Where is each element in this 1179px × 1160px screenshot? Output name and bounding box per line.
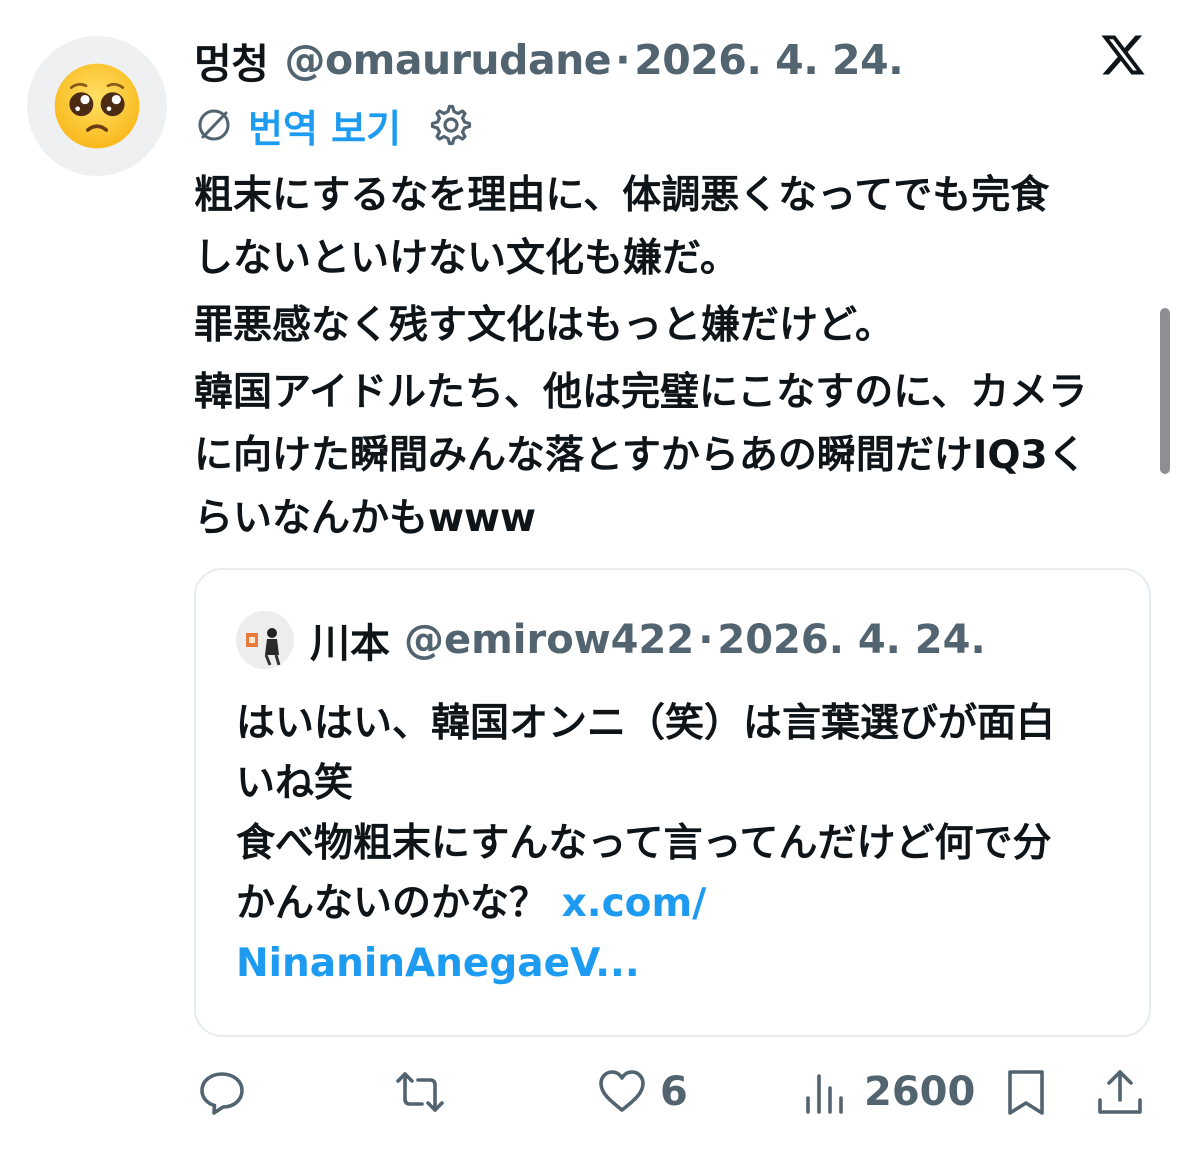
tweet-text-line: 韓国アイドルたち、他は完璧にこなすのに、カメラ (194, 370, 1088, 415)
quoted-link[interactable]: x.com/ (562, 881, 707, 926)
scrollbar[interactable] (1160, 308, 1170, 474)
translate-row: 번역 보기 (194, 98, 473, 153)
tweet-text-line: らいなんかもwww (194, 496, 537, 541)
x-logo-icon[interactable] (1099, 31, 1147, 79)
translate-button[interactable]: 번역 보기 (248, 98, 401, 153)
share-button[interactable] (1094, 1062, 1146, 1122)
quoted-text-line: NinaninAnegaeV... (236, 934, 1116, 994)
tweet-text-line: に向けた瞬間みんな落とすからあの瞬間だけIQ3く (194, 433, 1087, 478)
separator-dot: · (615, 36, 631, 84)
quoted-text-segment: かんないのかな？ (236, 881, 549, 926)
tweet-text-line: しないといけない文化も嫌だ。 (194, 236, 739, 281)
share-icon (1098, 1070, 1142, 1114)
quoted-text-line: 食べ物粗末にすんなって言ってんだけど何で分 (236, 821, 1052, 866)
tweet-header: 멍청 @omaurudane · 2026. 4. 24. (194, 30, 904, 90)
views-icon (806, 1074, 843, 1114)
reply-button[interactable] (196, 1062, 260, 1122)
bookmark-icon (1008, 1070, 1044, 1115)
quoted-tweet-date[interactable]: 2026. 4. 24. (717, 617, 985, 663)
heart-icon (599, 1070, 645, 1112)
quoted-text-line: いね笑 (236, 761, 354, 806)
quoted-user-handle[interactable]: @emirow422 (404, 617, 694, 663)
tweet-text: 粗末にするなを理由に、体調悪くなってでも完食 しないといけない文化も嫌だ。 罪悪… (194, 164, 1144, 550)
tweet-text-line: 粗末にするなを理由に、体調悪くなってでも完食 (194, 173, 1050, 218)
pleading-face-emoji (54, 63, 140, 149)
quoted-avatar[interactable] (236, 611, 294, 669)
quoted-avatar-photo (236, 611, 294, 669)
quoted-tweet-header: 川本 @emirow422 · 2026. 4. 24. (236, 610, 986, 670)
reply-icon (200, 1072, 244, 1115)
quoted-link-continued[interactable]: NinaninAnegaeV... (236, 941, 640, 986)
view-count: 2600 (864, 1069, 976, 1115)
retweet-button[interactable] (394, 1062, 458, 1122)
like-count: 6 (660, 1069, 688, 1115)
display-name[interactable]: 멍청 (194, 30, 269, 90)
views-button[interactable]: 2600 (800, 1062, 975, 1122)
quoted-tweet-card[interactable]: 川本 @emirow422 · 2026. 4. 24. はいはい、韓国オンニ（… (194, 568, 1151, 1037)
bookmark-button[interactable] (1000, 1062, 1052, 1122)
tweet-date[interactable]: 2026. 4. 24. (634, 36, 903, 84)
action-bar: 6 2600 (194, 1062, 1154, 1122)
quoted-tweet-text: はいはい、韓国オンニ（笑）は言葉選びが面白 いね笑 食べ物粗末にすんなって言って… (236, 694, 1116, 994)
avatar[interactable] (27, 36, 167, 176)
gear-icon[interactable] (429, 103, 473, 147)
retweet-icon (396, 1072, 444, 1112)
quoted-display-name[interactable]: 川本 (310, 611, 390, 669)
user-handle[interactable]: @omaurudane (284, 36, 611, 84)
separator-dot: · (698, 617, 714, 663)
quoted-text-line: かんないのかな？ x.com/ (236, 874, 1116, 934)
quoted-text-line: はいはい、韓国オンニ（笑）は言葉選びが面白 (236, 701, 1056, 746)
globe-icon (198, 109, 230, 141)
tweet-text-line: 罪悪感なく残す文化はもっと嫌だけど。 (194, 303, 895, 348)
like-button[interactable]: 6 (596, 1062, 688, 1122)
